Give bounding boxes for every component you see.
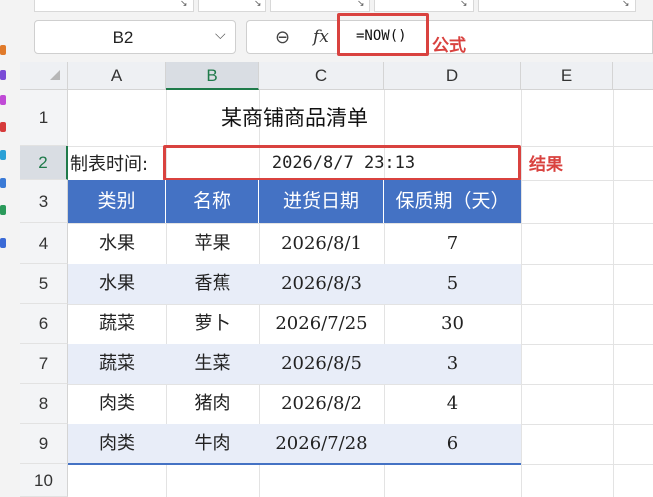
row-header-3[interactable]: 3 <box>20 180 68 223</box>
table-cell[interactable]: 2026/7/28 <box>259 424 384 464</box>
dialog-launcher-icon[interactable]: ↘ <box>622 0 630 9</box>
name-box-value: B2 <box>112 28 134 47</box>
sheet-title[interactable]: 某商铺商品清单 <box>68 90 521 146</box>
zoom-icon[interactable]: ⊖ <box>275 27 290 48</box>
column-header-e[interactable]: E <box>521 62 613 90</box>
table-cell[interactable]: 蔬菜 <box>68 304 166 344</box>
table-cell[interactable]: 30 <box>384 304 521 344</box>
column-header-c[interactable]: C <box>259 62 384 90</box>
column-header-b[interactable]: B <box>166 62 259 90</box>
table-cell[interactable]: 2026/8/2 <box>259 384 384 424</box>
table-header-shelf-life[interactable]: 保质期（天） <box>384 180 521 223</box>
table-cell[interactable]: 水果 <box>68 264 166 304</box>
table-cell[interactable]: 牛肉 <box>166 424 259 464</box>
table-cell[interactable]: 香蕉 <box>166 264 259 304</box>
formula-annotation: 公式 <box>432 36 466 56</box>
chevron-down-icon[interactable]: ⌵ <box>215 27 226 43</box>
result-annotation: 结果 <box>529 155 563 175</box>
dialog-launcher-icon[interactable]: ↘ <box>254 0 262 9</box>
table-cell[interactable]: 肉类 <box>68 384 166 424</box>
table-header-purchase-date[interactable]: 进货日期 <box>259 180 384 223</box>
row-selection-marker <box>66 148 68 178</box>
app-icon[interactable] <box>0 122 6 132</box>
select-all-icon <box>50 70 60 80</box>
app-icon[interactable] <box>0 150 6 160</box>
table-cell[interactable]: 7 <box>384 223 521 264</box>
table-cell[interactable]: 蔬菜 <box>68 344 166 384</box>
table-cell[interactable]: 5 <box>384 264 521 304</box>
formula-tools: ⊖ fx <box>246 20 346 54</box>
gridline <box>521 90 522 497</box>
table-cell[interactable]: 4 <box>384 384 521 424</box>
ribbon-strip: ↘ ↘ ↘ ↘ ↘ <box>0 0 653 14</box>
result-highlight-box <box>163 145 521 181</box>
table-cell[interactable]: 2026/8/5 <box>259 344 384 384</box>
row-header-8[interactable]: 8 <box>20 384 68 424</box>
column-header-f[interactable] <box>613 62 653 90</box>
row-header-2[interactable]: 2 <box>20 146 68 180</box>
ribbon-group <box>270 0 370 12</box>
row-header-6[interactable]: 6 <box>20 304 68 344</box>
app-icon[interactable] <box>0 238 6 248</box>
row-header-7[interactable]: 7 <box>20 344 68 384</box>
formula-highlight-box <box>337 13 429 56</box>
row-header-4[interactable]: 4 <box>20 223 68 264</box>
app-icon[interactable] <box>0 70 6 80</box>
row-header-1[interactable]: 1 <box>20 90 68 146</box>
app-icon[interactable] <box>0 178 6 188</box>
ribbon-group <box>374 0 474 12</box>
table-cell[interactable]: 肉类 <box>68 424 166 464</box>
table-cell[interactable]: 猪肉 <box>166 384 259 424</box>
dialog-launcher-icon[interactable]: ↘ <box>180 0 188 9</box>
row-header-10[interactable]: 10 <box>20 464 68 497</box>
table-cell[interactable]: 萝卜 <box>166 304 259 344</box>
table-cell[interactable]: 2026/8/3 <box>259 264 384 304</box>
table-cell[interactable]: 苹果 <box>166 223 259 264</box>
table-header-category[interactable]: 类别 <box>68 180 166 223</box>
insert-function-icon[interactable]: fx <box>313 27 329 47</box>
gridline <box>613 90 614 497</box>
app-icon[interactable] <box>0 95 6 105</box>
row-header-5[interactable]: 5 <box>20 264 68 304</box>
app-icon[interactable] <box>0 205 6 215</box>
created-time-label[interactable]: 制表时间: <box>70 150 148 176</box>
table-cell[interactable]: 3 <box>384 344 521 384</box>
column-header-a[interactable]: A <box>68 62 166 90</box>
dialog-launcher-icon[interactable]: ↘ <box>357 0 365 9</box>
select-all-corner[interactable] <box>20 62 68 90</box>
table-cell[interactable]: 2026/7/25 <box>259 304 384 344</box>
table-cell[interactable]: 生菜 <box>166 344 259 384</box>
row-header-9[interactable]: 9 <box>20 424 68 464</box>
column-header-d[interactable]: D <box>384 62 521 90</box>
dialog-launcher-icon[interactable]: ↘ <box>460 0 468 9</box>
app-icon[interactable] <box>0 45 6 55</box>
name-box[interactable]: B2 ⌵ <box>34 20 236 54</box>
table-cell[interactable]: 水果 <box>68 223 166 264</box>
ribbon-group <box>34 0 194 12</box>
table-cell[interactable]: 6 <box>384 424 521 464</box>
table-cell[interactable]: 2026/8/1 <box>259 223 384 264</box>
table-header-name[interactable]: 名称 <box>166 180 259 223</box>
ribbon-group <box>478 0 636 12</box>
